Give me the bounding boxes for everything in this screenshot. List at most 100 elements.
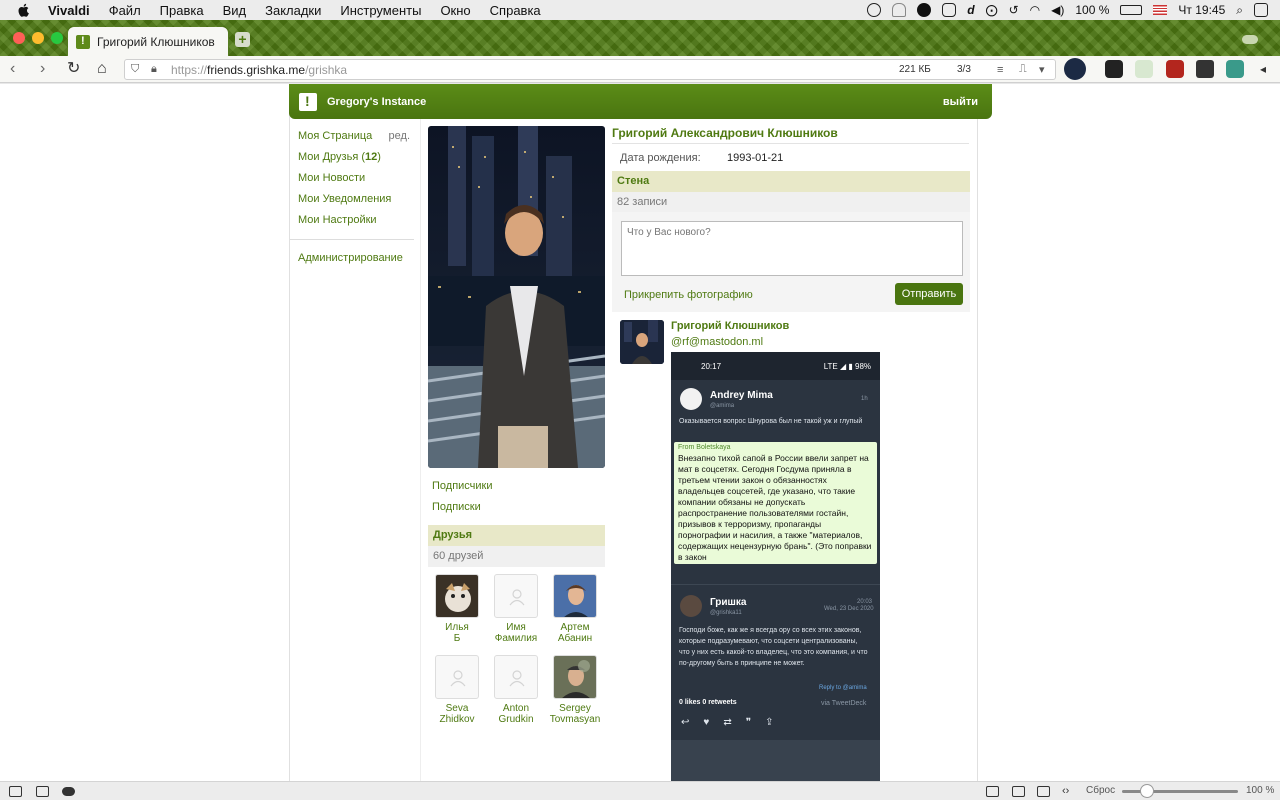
- zoom-level[interactable]: 100 %: [1246, 785, 1274, 796]
- camera-icon[interactable]: [986, 786, 999, 797]
- new-tab-button[interactable]: +: [235, 32, 250, 47]
- site-brand[interactable]: Gregory's Instance: [327, 96, 426, 108]
- forward-icon[interactable]: ›: [40, 61, 45, 77]
- chevron-down-icon[interactable]: ▾: [1039, 63, 1045, 76]
- lock-icon: 🔒︎: [151, 63, 157, 75]
- spotlight-icon[interactable]: ⌕: [1236, 3, 1243, 18]
- minimize-window-button[interactable]: [32, 32, 44, 44]
- moon-icon[interactable]: [917, 3, 932, 17]
- pin-icon[interactable]: ⨀: [986, 3, 998, 17]
- d-icon[interactable]: d: [967, 3, 974, 17]
- tweet-reply: Гришка @grishka11 20:03 Wed, 23 Dec 2020…: [671, 584, 880, 744]
- menu-tools[interactable]: Инструменты: [340, 3, 421, 18]
- back-icon[interactable]: ‹: [10, 61, 15, 77]
- wifi-icon[interactable]: ◠: [1030, 3, 1040, 17]
- window-icon[interactable]: [1012, 786, 1025, 797]
- extension-shield-icon[interactable]: [1166, 60, 1184, 78]
- friend-first-name: Имя: [506, 622, 526, 633]
- home-icon[interactable]: ⌂: [97, 61, 107, 77]
- tweet-time: 20:03: [857, 599, 873, 605]
- url-protocol: https://: [171, 62, 208, 77]
- phone-status-bar: 20:17 LTE ◢ ▮ 98%: [671, 352, 880, 380]
- microphone-icon[interactable]: [867, 3, 882, 17]
- extension-ublock-icon[interactable]: [1105, 60, 1123, 78]
- tab-profile[interactable]: Григорий Клюшников: [68, 27, 228, 56]
- sidebar-item-notifications[interactable]: Мои Уведомления: [290, 189, 414, 210]
- zoom-reset-button[interactable]: Сброс: [1086, 785, 1115, 796]
- menu-help[interactable]: Справка: [490, 3, 541, 18]
- menu-file[interactable]: Файл: [109, 3, 141, 18]
- extension-s-icon[interactable]: [1226, 60, 1244, 78]
- reload-icon[interactable]: ↻: [67, 61, 80, 77]
- default-avatar-icon[interactable]: [494, 655, 538, 699]
- control-center-icon[interactable]: [1254, 3, 1268, 17]
- battery-icon[interactable]: [1120, 5, 1143, 15]
- profile-photo[interactable]: [428, 126, 605, 468]
- content-blocker-count[interactable]: 3/3: [957, 64, 971, 75]
- wall-compose: Прикрепить фотографию Отправить: [612, 212, 970, 312]
- sync-cloud-icon[interactable]: [1242, 35, 1258, 44]
- wall-header[interactable]: Стена: [612, 171, 970, 192]
- edit-profile-link[interactable]: ред.: [389, 126, 410, 147]
- post-author-handle[interactable]: @rf@mastodon.ml: [671, 336, 763, 348]
- url-field[interactable]: ⛉ 🔒︎ https:// friends.grishka.me /grishk…: [124, 59, 1056, 80]
- friend-item[interactable]: Имя Фамилия: [486, 574, 546, 644]
- friend-item[interactable]: Илья Б: [427, 574, 487, 644]
- sidebar-item-news[interactable]: Мои Новости: [290, 168, 414, 189]
- battery-percent: 100 %: [1075, 3, 1110, 17]
- zoom-slider-handle[interactable]: [1140, 784, 1154, 798]
- site-logo-icon[interactable]: [299, 92, 317, 111]
- tile-tabs-icon[interactable]: [36, 786, 49, 797]
- default-avatar-icon[interactable]: [435, 655, 479, 699]
- attach-photo-link[interactable]: Прикрепить фотографию: [624, 289, 753, 301]
- friends-box-header[interactable]: Друзья: [428, 525, 605, 546]
- car-icon[interactable]: [942, 3, 957, 17]
- menu-window[interactable]: Окно: [440, 3, 470, 18]
- friend-avatar[interactable]: [553, 574, 597, 618]
- following-link[interactable]: Подписки: [432, 501, 481, 513]
- sidebar-item-friends[interactable]: Мои Друзья (12): [290, 147, 414, 168]
- sidebar-item-admin[interactable]: Администрирование: [290, 248, 414, 269]
- send-button[interactable]: Отправить: [895, 283, 963, 305]
- flag-icon[interactable]: [1153, 5, 1168, 15]
- headphones-icon[interactable]: [892, 3, 907, 17]
- default-avatar-icon[interactable]: [494, 574, 538, 618]
- friend-item[interactable]: Sergey Tovmasyan: [545, 655, 605, 725]
- menu-view[interactable]: Вид: [223, 3, 247, 18]
- extensions-puzzle-icon[interactable]: [1196, 60, 1214, 78]
- sidebar-nav: Моя Страница ред. Мои Друзья (12) Мои Но…: [290, 126, 414, 269]
- friend-item[interactable]: Anton Grudkin: [486, 655, 546, 725]
- post-textarea[interactable]: [621, 221, 963, 276]
- clock[interactable]: Чт 19:45: [1178, 3, 1225, 17]
- menu-edit[interactable]: Правка: [160, 3, 204, 18]
- menu-bookmarks[interactable]: Закладки: [265, 3, 321, 18]
- friend-avatar[interactable]: [435, 574, 479, 618]
- post-author-name[interactable]: Григорий Клюшников: [671, 320, 789, 332]
- shield-icon[interactable]: ⛉: [131, 63, 139, 76]
- volume-icon[interactable]: ◀): [1051, 3, 1064, 17]
- followers-link[interactable]: Подписчики: [432, 480, 493, 492]
- reader-view-icon[interactable]: ≡: [997, 64, 1003, 76]
- sync-cloud-icon[interactable]: [62, 787, 75, 796]
- sidebar-item-settings[interactable]: Мои Настройки: [290, 210, 414, 231]
- post-author-avatar[interactable]: [620, 320, 664, 364]
- extension-js-icon[interactable]: [1135, 60, 1153, 78]
- panel-toggle-icon[interactable]: [9, 786, 22, 797]
- panel-toggle-icon[interactable]: ◂: [1260, 61, 1266, 77]
- menu-app[interactable]: Vivaldi: [48, 3, 90, 18]
- logout-link[interactable]: выйти: [943, 96, 978, 108]
- time-machine-icon[interactable]: ↺: [1009, 3, 1019, 17]
- code-icon[interactable]: ‹›: [1062, 785, 1069, 797]
- bookmark-icon[interactable]: ⎍: [1019, 63, 1027, 76]
- images-icon[interactable]: [1037, 786, 1050, 797]
- friend-item[interactable]: Seva Zhidkov: [427, 655, 487, 725]
- maximize-window-button[interactable]: [51, 32, 63, 44]
- profile-avatar[interactable]: [1064, 58, 1086, 80]
- apple-icon[interactable]: [16, 2, 32, 18]
- friend-avatar[interactable]: [553, 655, 597, 699]
- post-attached-screenshot[interactable]: 20:17 LTE ◢ ▮ 98% Andrey Mima @amima 1h …: [671, 352, 880, 781]
- tweet-text: Господи боже, как же я всегда ору со все…: [679, 627, 868, 667]
- quoted-tweet: From Boletskaya Внезапно тихой сапой в Р…: [674, 442, 877, 564]
- friend-item[interactable]: Артем Абанин: [545, 574, 605, 644]
- close-window-button[interactable]: [13, 32, 25, 44]
